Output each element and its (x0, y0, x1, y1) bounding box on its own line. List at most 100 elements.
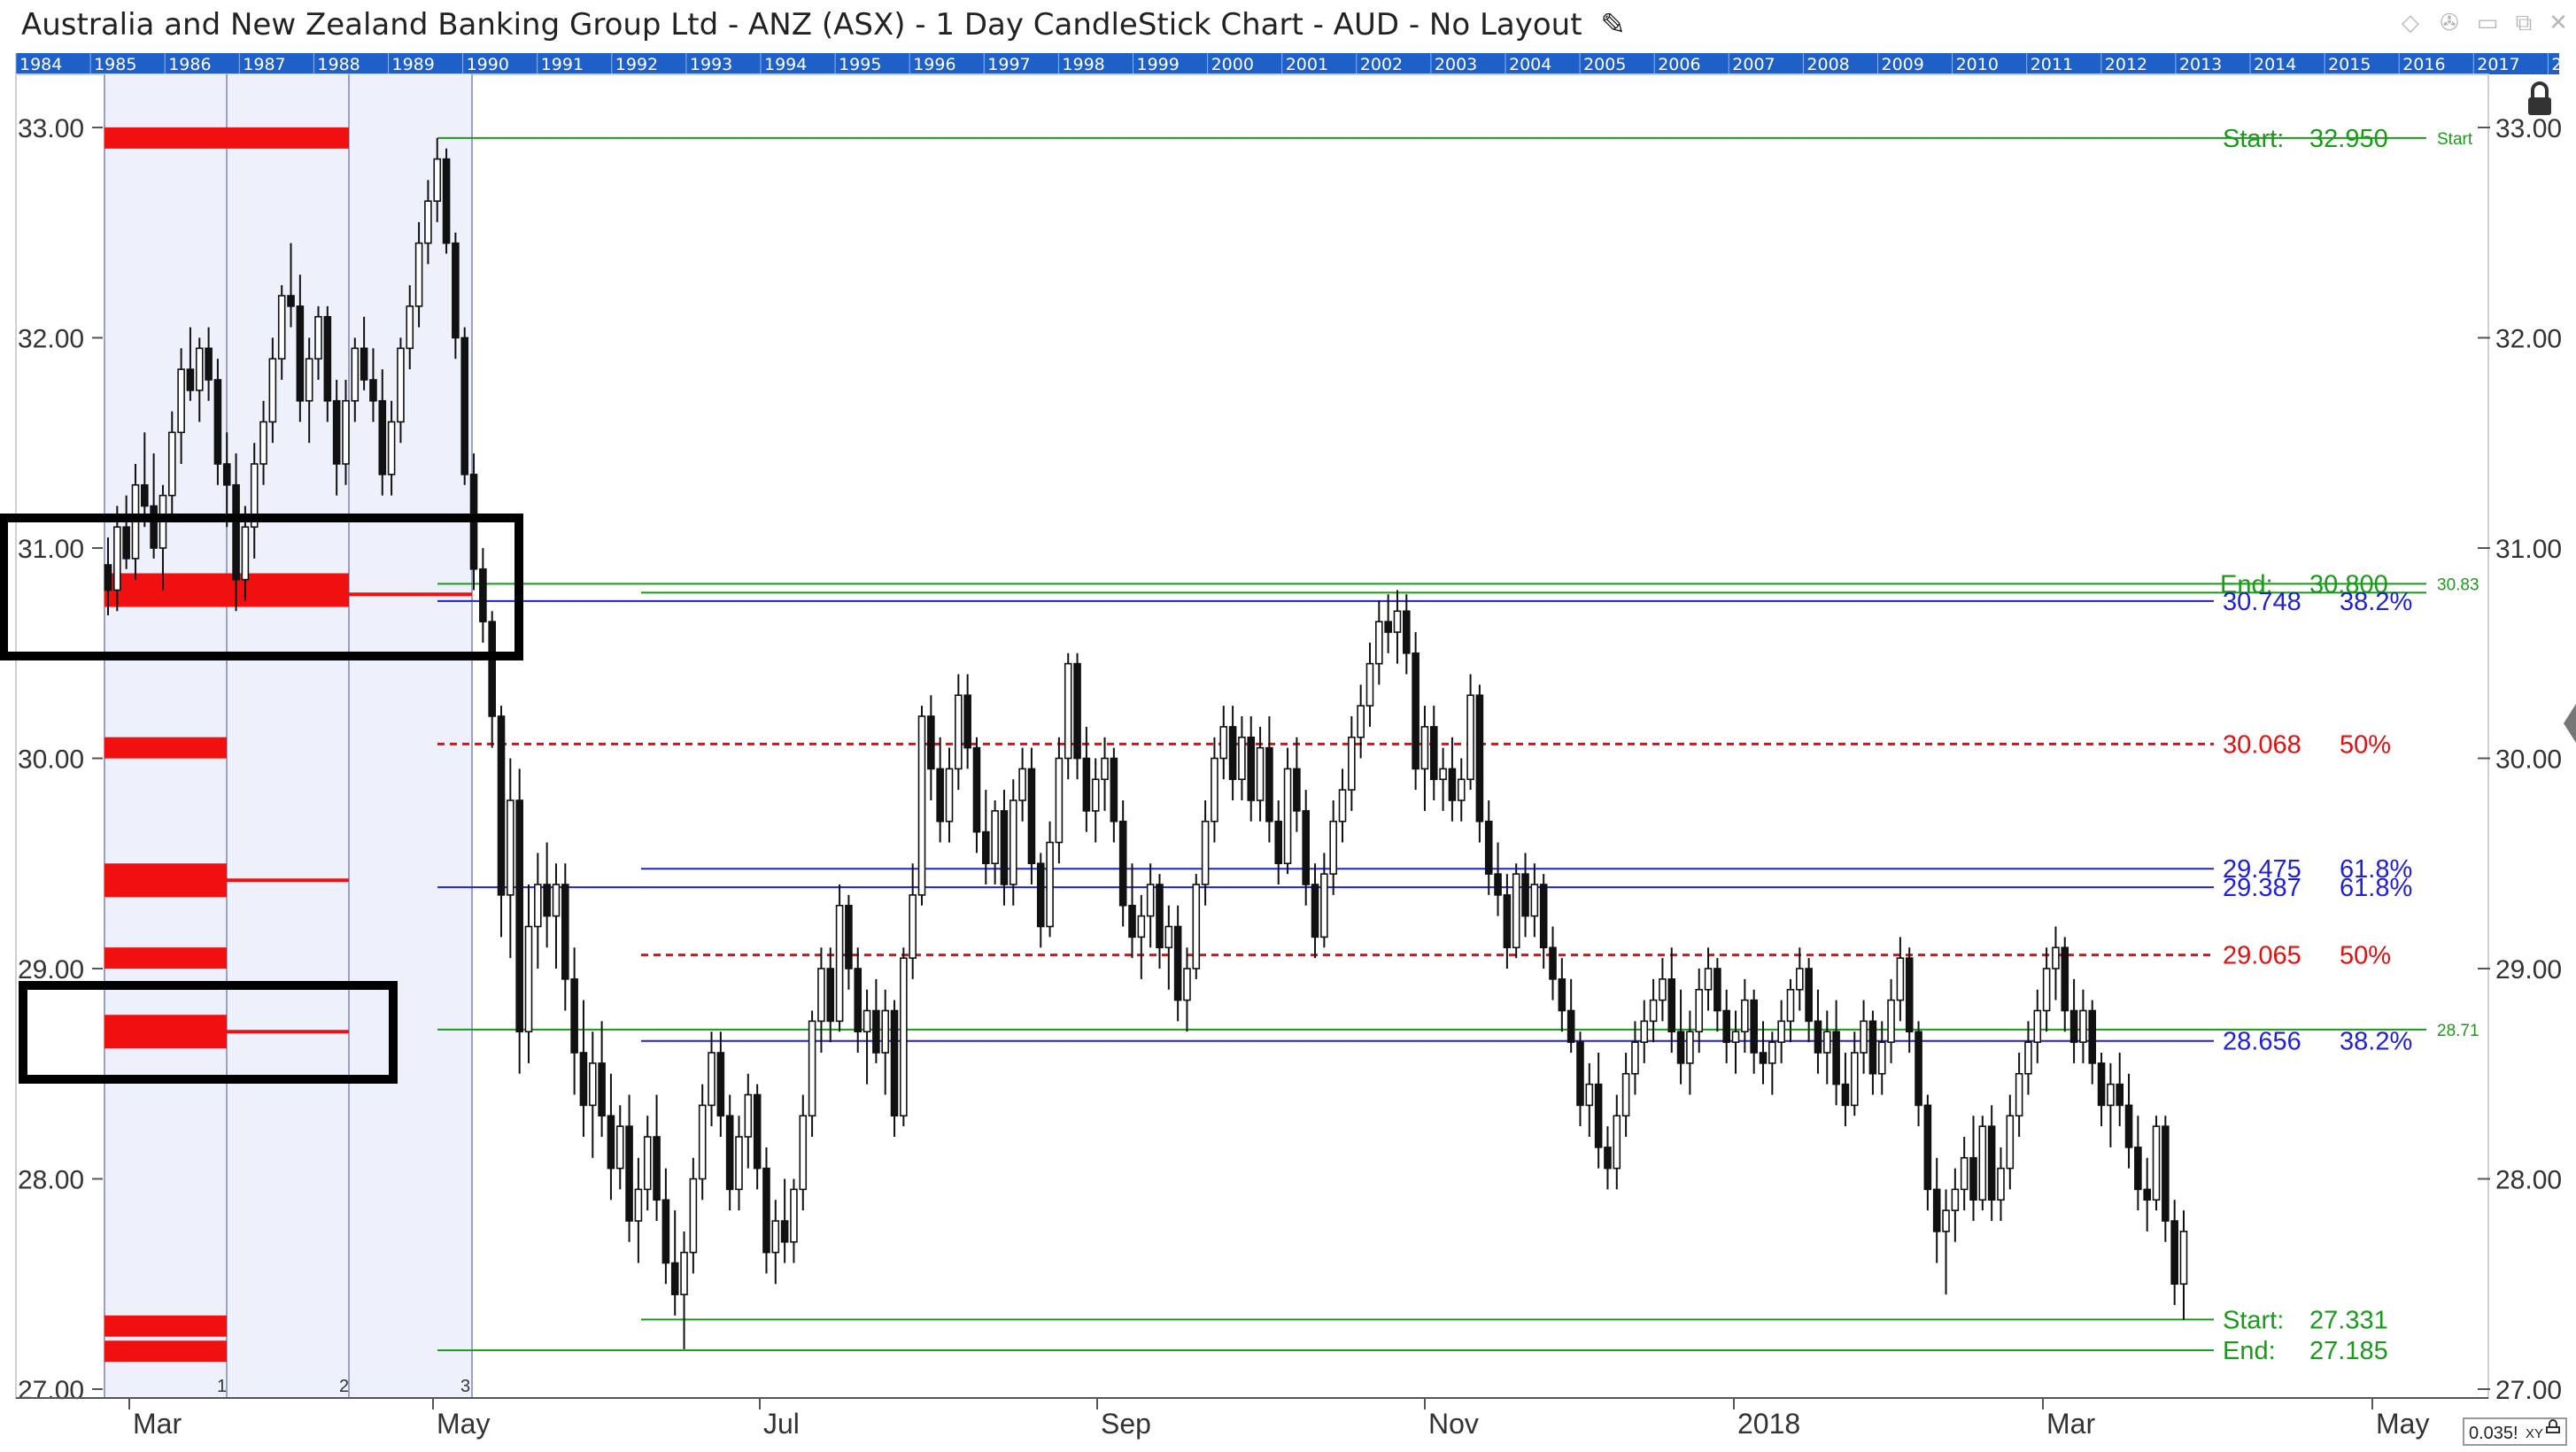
candle-body (534, 884, 542, 928)
overview-year-label: 2012 (2105, 55, 2147, 74)
candle-body (863, 1009, 871, 1033)
candle-body (442, 158, 451, 244)
overview-year-label: 1989 (392, 55, 435, 74)
overview-year-label: 2001 (1286, 55, 1328, 74)
candle-body (598, 1062, 606, 1117)
candle-body (1357, 705, 1365, 738)
candle-body (689, 1178, 698, 1254)
candle-body (1923, 1104, 1932, 1191)
candle-body (287, 295, 295, 307)
candle-body (963, 694, 971, 749)
candle-body (1164, 925, 1173, 949)
candle-body (1512, 873, 1520, 949)
candle-body (515, 799, 523, 1033)
candle-body (378, 399, 387, 475)
y-tick-label-left: 27.00 (18, 1376, 84, 1405)
overview-year-label: 1986 (168, 55, 211, 74)
x-tick-label: Sep (1101, 1408, 1151, 1440)
candle-body (1018, 768, 1026, 801)
candle-body (826, 968, 835, 1023)
candle-body (387, 421, 396, 475)
level-value: 38.2% (2340, 588, 2412, 616)
y-tick-label-right: 29.00 (2495, 955, 2562, 985)
candle-body (1101, 757, 1109, 781)
overview-year-label: 2010 (1956, 55, 1999, 74)
candle-body (424, 200, 432, 244)
candle-body (1457, 778, 1466, 801)
candle-body (342, 399, 350, 465)
overview-year-label: 2000 (1211, 55, 1254, 74)
candle-body (1365, 662, 1374, 707)
candle-body (1695, 988, 1704, 1033)
y-tick-label-left: 29.00 (18, 955, 84, 985)
candle-body (397, 347, 405, 423)
candle-body (1420, 726, 1429, 770)
candle-body (1219, 726, 1228, 760)
candle-body (1348, 736, 1356, 791)
candle-body (2024, 1041, 2032, 1075)
candle-body (1173, 925, 1182, 1001)
candle-body (927, 715, 935, 770)
candle-body (2179, 1231, 2188, 1286)
candle-body (1384, 621, 1392, 633)
candle-body (716, 1052, 725, 1117)
x-tick-label: May (437, 1408, 490, 1440)
candle-body (2162, 1125, 2170, 1222)
candle-body (2116, 1083, 2124, 1107)
y-axis-right: 33.00 32.00 31.00 30.00 29.00 28.00 27.00 (2478, 114, 2562, 1405)
candle-body (1283, 768, 1292, 865)
level-label: Start: (2223, 1306, 2284, 1334)
overview-year-label: 1987 (243, 55, 285, 74)
candle-body (1082, 757, 1091, 812)
overview-year-label: 1985 (94, 55, 136, 74)
candle-body (1576, 1041, 1584, 1107)
candle-body (497, 715, 506, 896)
collapse-arrow-icon[interactable] (2564, 704, 2576, 743)
candle-body (1832, 1031, 1840, 1085)
overview-year-label: 1994 (764, 55, 807, 74)
candle-body (167, 431, 176, 497)
level-label: 29.065 (2223, 942, 2301, 970)
candle-body (1064, 662, 1072, 760)
candle-body (753, 1093, 762, 1170)
candle-body (195, 347, 204, 391)
candle-body (1896, 957, 1905, 1001)
candle-body (2069, 1009, 2078, 1043)
candle-body (232, 483, 240, 581)
overview-year-label: 1998 (1062, 55, 1104, 74)
y-tick-label-right: 28.00 (2495, 1166, 2562, 1195)
candle-body (653, 1136, 661, 1201)
candle-body (1192, 884, 1201, 969)
level-value: 27.185 (2309, 1337, 2388, 1365)
candle-body (1393, 610, 1402, 633)
overview-year-label: 1992 (615, 55, 658, 74)
candle-body (1613, 1115, 1621, 1170)
level-value: 27.331 (2309, 1306, 2388, 1334)
x-tick-label: May (2376, 1408, 2429, 1440)
y-tick-label-right: 27.00 (2495, 1376, 2562, 1405)
candle-body (332, 399, 341, 465)
candle-body (1055, 757, 1064, 844)
candle-body (543, 884, 551, 917)
candle-body (452, 242, 460, 339)
candle-body (507, 799, 514, 896)
candle-body (1137, 915, 1146, 938)
overview-year-label: 20 (2551, 55, 2572, 74)
candle-body (708, 1052, 716, 1107)
candle-body (1814, 1020, 1822, 1054)
candle-body (113, 526, 121, 591)
level-label: End: (2223, 1337, 2276, 1365)
candle-body (881, 1009, 890, 1054)
candle-body (277, 295, 286, 360)
candle-body (1046, 841, 1054, 928)
candle-body (268, 358, 277, 423)
overview-year-label: 1999 (1137, 55, 1180, 74)
candle-body (1183, 968, 1191, 1001)
candle-body (1960, 1156, 1969, 1191)
candle-body (479, 568, 487, 622)
candle-body (799, 1115, 808, 1191)
candle-body (991, 810, 999, 865)
candle-body (222, 463, 231, 486)
candle-body (1412, 652, 1420, 770)
candlestick-chart[interactable]: 1984 1985 1986 1987 1988 1989 1990 1991 1992 1993… (0, 0, 2576, 1452)
